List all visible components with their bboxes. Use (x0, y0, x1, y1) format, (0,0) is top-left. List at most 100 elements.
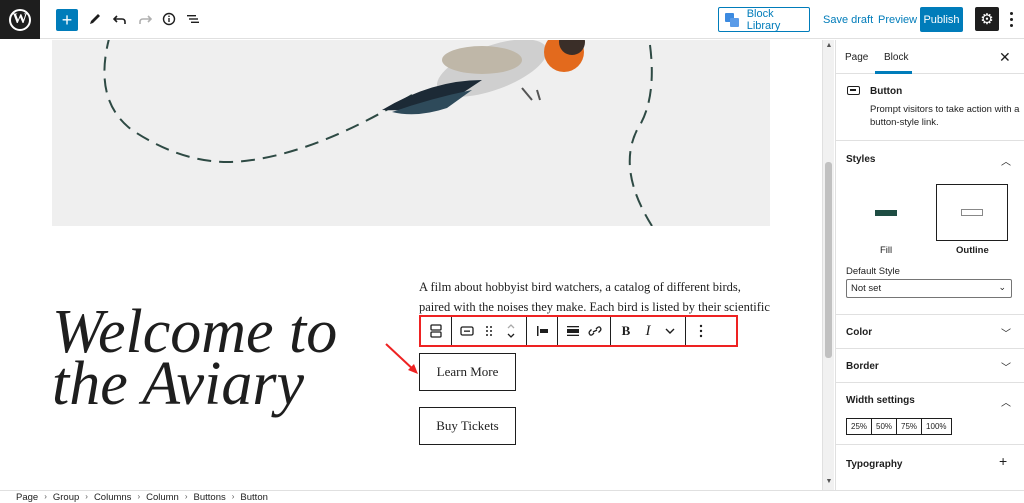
breadcrumb-column[interactable]: Column (146, 492, 179, 503)
chevron-down-icon: ⌄ (998, 282, 1006, 292)
list-view-button[interactable] (182, 8, 204, 30)
button-block-type-button[interactable] (456, 318, 478, 344)
button-block-icon (847, 86, 860, 95)
chevron-right-icon: › (137, 492, 141, 501)
drag-handle-icon (486, 326, 492, 336)
styles-panel-title[interactable]: Styles (846, 154, 875, 165)
breadcrumb-button[interactable]: Button (240, 492, 267, 503)
block-breadcrumb-bar: Page › Group › Columns › Column › Buttons › B… (0, 490, 1024, 503)
preview-button[interactable]: Preview (878, 14, 917, 26)
block-card-description: Prompt visitors to take action with a bu… (870, 104, 1020, 128)
details-button[interactable] (158, 8, 180, 30)
width-25-button[interactable]: 25% (846, 418, 873, 435)
chevron-right-icon: › (184, 492, 188, 501)
width-settings-panel: Width settings ︿ 25% 50% 75% 100% (836, 383, 1024, 445)
style-fill-label: Fill (880, 245, 893, 256)
block-options-button[interactable] (690, 318, 712, 344)
style-option-outline[interactable] (936, 184, 1008, 241)
breadcrumb: Page › Group › Columns › Column › Buttons › B… (16, 492, 274, 503)
chevron-right-icon: › (231, 492, 235, 501)
edit-tools-button[interactable] (84, 8, 106, 30)
buttons-parent-icon (430, 324, 442, 338)
breadcrumb-group[interactable]: Group (53, 492, 79, 503)
width-75-button[interactable]: 75% (896, 418, 923, 435)
move-up-down-buttons[interactable] (500, 318, 522, 344)
close-sidebar-button[interactable]: ✕ (999, 49, 1011, 66)
breadcrumb-buttons[interactable]: Buttons (194, 492, 226, 503)
redo-button[interactable] (134, 8, 156, 30)
color-panel[interactable]: Color ﹀ (836, 315, 1024, 349)
more-formatting-button[interactable] (659, 318, 681, 344)
cover-image-block[interactable] (52, 40, 770, 226)
border-panel-title: Border (846, 361, 879, 372)
style-option-fill[interactable] (850, 184, 922, 241)
typography-panel[interactable]: Typography + (836, 445, 1024, 490)
chevron-down-icon: ﹀ (1001, 329, 1011, 340)
options-menu-button[interactable] (1006, 8, 1016, 30)
default-style-select[interactable]: Not set ⌄ (846, 279, 1012, 298)
breadcrumb-columns[interactable]: Columns (94, 492, 132, 503)
width-settings-title[interactable]: Width settings (846, 395, 915, 406)
close-icon: ✕ (999, 49, 1011, 65)
more-vertical-icon (699, 324, 703, 338)
wordpress-logo-icon[interactable]: W (0, 0, 40, 39)
plus-icon[interactable]: + (999, 453, 1007, 469)
block-library-icon (725, 12, 739, 27)
sidebar-tabs: Page Block ✕ (836, 40, 1024, 74)
chevron-up-icon[interactable]: ︿ (1001, 394, 1011, 409)
color-panel-title: Color (846, 327, 873, 338)
default-style-label: Default Style (846, 266, 900, 277)
block-library-button[interactable]: Block Library (718, 7, 810, 32)
typography-panel-title: Typography (846, 459, 903, 470)
canvas-scrollbar[interactable]: ▲ ▼ (822, 40, 834, 490)
border-panel[interactable]: Border ﹀ (836, 349, 1024, 383)
justify-button[interactable] (531, 318, 553, 344)
block-library-label: Block Library (746, 7, 781, 32)
bold-button[interactable]: B (615, 318, 637, 344)
gear-icon: ⚙ (980, 11, 994, 28)
add-block-button[interactable]: + (56, 9, 78, 31)
breadcrumb-page[interactable]: Page (16, 492, 38, 503)
width-50-button[interactable]: 50% (871, 418, 898, 435)
red-arrow-annotation (385, 343, 418, 374)
chevron-right-icon: › (85, 492, 88, 501)
tab-page[interactable]: Page (845, 52, 868, 63)
scrollbar-thumb[interactable] (825, 162, 832, 358)
learn-more-button[interactable]: Learn More (419, 353, 516, 391)
top-toolbar: W + Block Library Save draft Preview Pub… (0, 0, 1024, 39)
chevron-right-icon: › (44, 492, 47, 501)
list-view-icon (187, 15, 199, 23)
buy-tickets-button[interactable]: Buy Tickets (419, 407, 516, 445)
chevron-up-icon[interactable]: ︿ (1001, 153, 1011, 168)
default-style-value: Not set (851, 283, 882, 294)
publish-button[interactable]: Publish (920, 7, 963, 32)
drag-handle[interactable] (478, 318, 500, 344)
chevron-down-icon (665, 328, 675, 334)
transform-block-button[interactable] (425, 318, 447, 344)
width-buttons: 25% 50% 75% 100% (846, 418, 952, 435)
style-outline-label: Outline (956, 245, 989, 256)
link-icon (588, 326, 602, 336)
align-wide-icon (567, 326, 579, 336)
redo-icon (139, 15, 152, 24)
italic-button[interactable]: I (637, 318, 659, 344)
settings-sidebar: Page Block ✕ Button Prompt visitors to t… (835, 40, 1024, 490)
bold-icon: B (621, 323, 631, 338)
styles-panel: Styles ︿ Fill Outline Default Style Not … (836, 141, 1024, 315)
move-arrows-icon (507, 324, 515, 338)
button-block-icon (460, 326, 474, 336)
undo-icon (113, 15, 126, 24)
bird-illustration (103, 40, 653, 226)
undo-button[interactable] (109, 8, 131, 30)
page-heading[interactable]: Welcome to the Aviary (52, 301, 392, 415)
justify-left-icon (537, 326, 548, 336)
block-align-button[interactable] (562, 318, 584, 344)
link-button[interactable] (584, 318, 606, 344)
settings-button[interactable]: ⚙ (975, 7, 999, 31)
italic-icon: I (645, 322, 651, 339)
save-draft-button[interactable]: Save draft (823, 14, 873, 26)
block-toolbar: B I (419, 315, 738, 347)
info-icon (162, 12, 176, 26)
tab-block[interactable]: Block (884, 52, 908, 63)
width-100-button[interactable]: 100% (921, 418, 952, 435)
